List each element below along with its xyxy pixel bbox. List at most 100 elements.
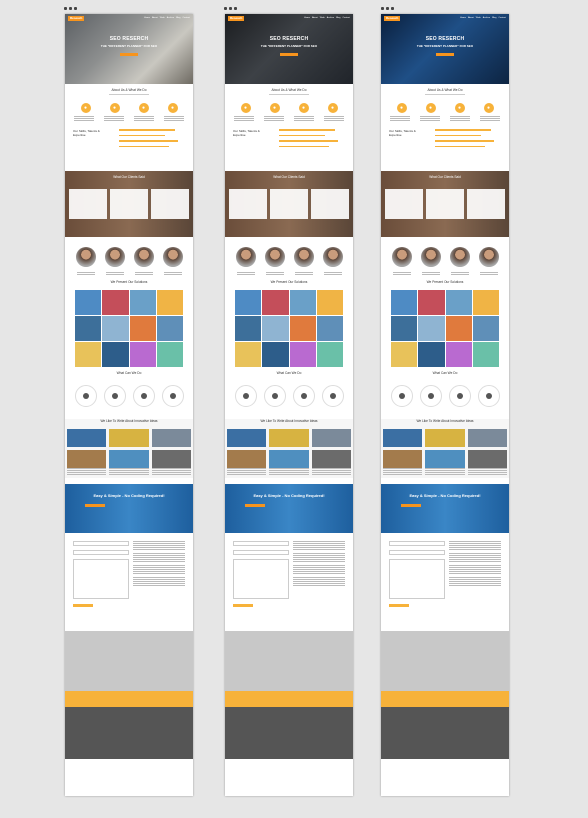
gallery-tile[interactable] bbox=[445, 316, 472, 342]
gallery-tile[interactable] bbox=[445, 290, 472, 316]
nav-item[interactable]: About bbox=[312, 17, 318, 20]
gallery-tile[interactable] bbox=[289, 316, 316, 342]
gallery-tile[interactable] bbox=[418, 290, 445, 316]
blog-thumbnail[interactable] bbox=[151, 429, 191, 448]
nav-item[interactable]: Contact bbox=[182, 17, 190, 20]
send-button[interactable] bbox=[233, 604, 253, 608]
blog-thumbnail[interactable] bbox=[269, 450, 309, 469]
blog-thumbnail[interactable] bbox=[383, 429, 423, 448]
gallery-tile[interactable] bbox=[418, 316, 445, 342]
gallery-tile[interactable] bbox=[102, 290, 129, 316]
blog-thumbnail[interactable] bbox=[311, 450, 351, 469]
blog-thumbnail[interactable] bbox=[109, 450, 149, 469]
page-preview[interactable]: Reseach Home About Work Archive Blog Contact … bbox=[65, 14, 193, 796]
nav-item[interactable]: About bbox=[468, 17, 474, 20]
nav-item[interactable]: Work bbox=[320, 17, 325, 20]
gallery-tile[interactable] bbox=[129, 290, 156, 316]
blog-thumbnail[interactable] bbox=[67, 450, 107, 469]
page-preview[interactable]: Reseach Home About Work Archive Blog Contact … bbox=[381, 14, 509, 796]
gallery-tile[interactable] bbox=[316, 290, 343, 316]
message-field[interactable] bbox=[389, 559, 445, 600]
blog-thumbnail[interactable] bbox=[383, 450, 423, 469]
nav-item[interactable]: Blog bbox=[492, 17, 496, 20]
blog-thumbnail[interactable] bbox=[311, 429, 351, 448]
nav-item[interactable]: Archive bbox=[483, 17, 490, 20]
map[interactable] bbox=[225, 631, 353, 692]
gallery-tile[interactable] bbox=[156, 290, 183, 316]
gallery-tile[interactable] bbox=[129, 342, 156, 368]
nav-item[interactable]: Home bbox=[304, 17, 310, 20]
blog-thumbnail[interactable] bbox=[425, 429, 465, 448]
nav-item[interactable]: Archive bbox=[167, 17, 174, 20]
gallery-tile[interactable] bbox=[235, 290, 262, 316]
gallery-tile[interactable] bbox=[156, 342, 183, 368]
name-field[interactable] bbox=[233, 541, 289, 547]
gallery-tile[interactable] bbox=[289, 342, 316, 368]
logo[interactable]: Reseach bbox=[384, 15, 401, 21]
message-field[interactable] bbox=[73, 559, 129, 600]
nav-item[interactable]: Blog bbox=[176, 17, 180, 20]
email-field[interactable] bbox=[233, 550, 289, 556]
gallery-tile[interactable] bbox=[235, 316, 262, 342]
gallery-tile[interactable] bbox=[129, 316, 156, 342]
gallery-tile[interactable] bbox=[418, 342, 445, 368]
cta-button[interactable] bbox=[401, 504, 421, 508]
hero-button[interactable] bbox=[436, 53, 454, 56]
nav-item[interactable]: Home bbox=[144, 17, 150, 20]
hero-button[interactable] bbox=[280, 53, 298, 56]
nav-item[interactable]: Archive bbox=[327, 17, 334, 20]
blog-thumbnail[interactable] bbox=[425, 450, 465, 469]
blog-thumbnail[interactable] bbox=[67, 429, 107, 448]
gallery-tile[interactable] bbox=[316, 316, 343, 342]
gallery-tile[interactable] bbox=[289, 290, 316, 316]
message-field[interactable] bbox=[233, 559, 289, 600]
gallery-tile[interactable] bbox=[75, 342, 102, 368]
email-field[interactable] bbox=[389, 550, 445, 556]
gallery-tile[interactable] bbox=[445, 342, 472, 368]
blog-thumbnail[interactable] bbox=[269, 429, 309, 448]
name-field[interactable] bbox=[73, 541, 129, 547]
page-preview[interactable]: Reseach Home About Work Archive Blog Contact … bbox=[225, 14, 353, 796]
map[interactable] bbox=[381, 631, 509, 692]
gallery-tile[interactable] bbox=[75, 290, 102, 316]
about-title: About Us & What We Do bbox=[427, 88, 463, 92]
gallery-tile[interactable] bbox=[262, 342, 289, 368]
blog-thumbnail[interactable] bbox=[227, 429, 267, 448]
blog-thumbnail[interactable] bbox=[467, 450, 507, 469]
gallery-tile[interactable] bbox=[102, 342, 129, 368]
nav-item[interactable]: Work bbox=[160, 17, 165, 20]
email-field[interactable] bbox=[73, 550, 129, 556]
hero-button[interactable] bbox=[120, 53, 138, 56]
send-button[interactable] bbox=[389, 604, 409, 608]
map[interactable] bbox=[65, 631, 193, 692]
gallery-tile[interactable] bbox=[262, 316, 289, 342]
gallery-tile[interactable] bbox=[391, 316, 418, 342]
blog-thumbnail[interactable] bbox=[467, 429, 507, 448]
nav-item[interactable]: Home bbox=[460, 17, 466, 20]
gallery-tile[interactable] bbox=[262, 290, 289, 316]
nav-item[interactable]: Work bbox=[476, 17, 481, 20]
nav-item[interactable]: Blog bbox=[336, 17, 340, 20]
gallery-tile[interactable] bbox=[391, 290, 418, 316]
name-field[interactable] bbox=[389, 541, 445, 547]
nav-item[interactable]: About bbox=[152, 17, 158, 20]
gallery-tile[interactable] bbox=[391, 342, 418, 368]
gallery-tile[interactable] bbox=[102, 316, 129, 342]
logo[interactable]: Reseach bbox=[68, 15, 85, 21]
blog-thumbnail[interactable] bbox=[151, 450, 191, 469]
gallery-tile[interactable] bbox=[156, 316, 183, 342]
logo[interactable]: Reseach bbox=[228, 15, 245, 21]
gallery-tile[interactable] bbox=[235, 342, 262, 368]
gallery-tile[interactable] bbox=[75, 316, 102, 342]
gallery-tile[interactable] bbox=[472, 316, 499, 342]
blog-thumbnail[interactable] bbox=[109, 429, 149, 448]
nav-item[interactable]: Contact bbox=[342, 17, 350, 20]
blog-thumbnail[interactable] bbox=[227, 450, 267, 469]
cta-button[interactable] bbox=[245, 504, 265, 508]
cta-button[interactable] bbox=[85, 504, 105, 508]
send-button[interactable] bbox=[73, 604, 93, 608]
nav-item[interactable]: Contact bbox=[498, 17, 506, 20]
gallery-tile[interactable] bbox=[472, 342, 499, 368]
gallery-tile[interactable] bbox=[316, 342, 343, 368]
gallery-tile[interactable] bbox=[472, 290, 499, 316]
